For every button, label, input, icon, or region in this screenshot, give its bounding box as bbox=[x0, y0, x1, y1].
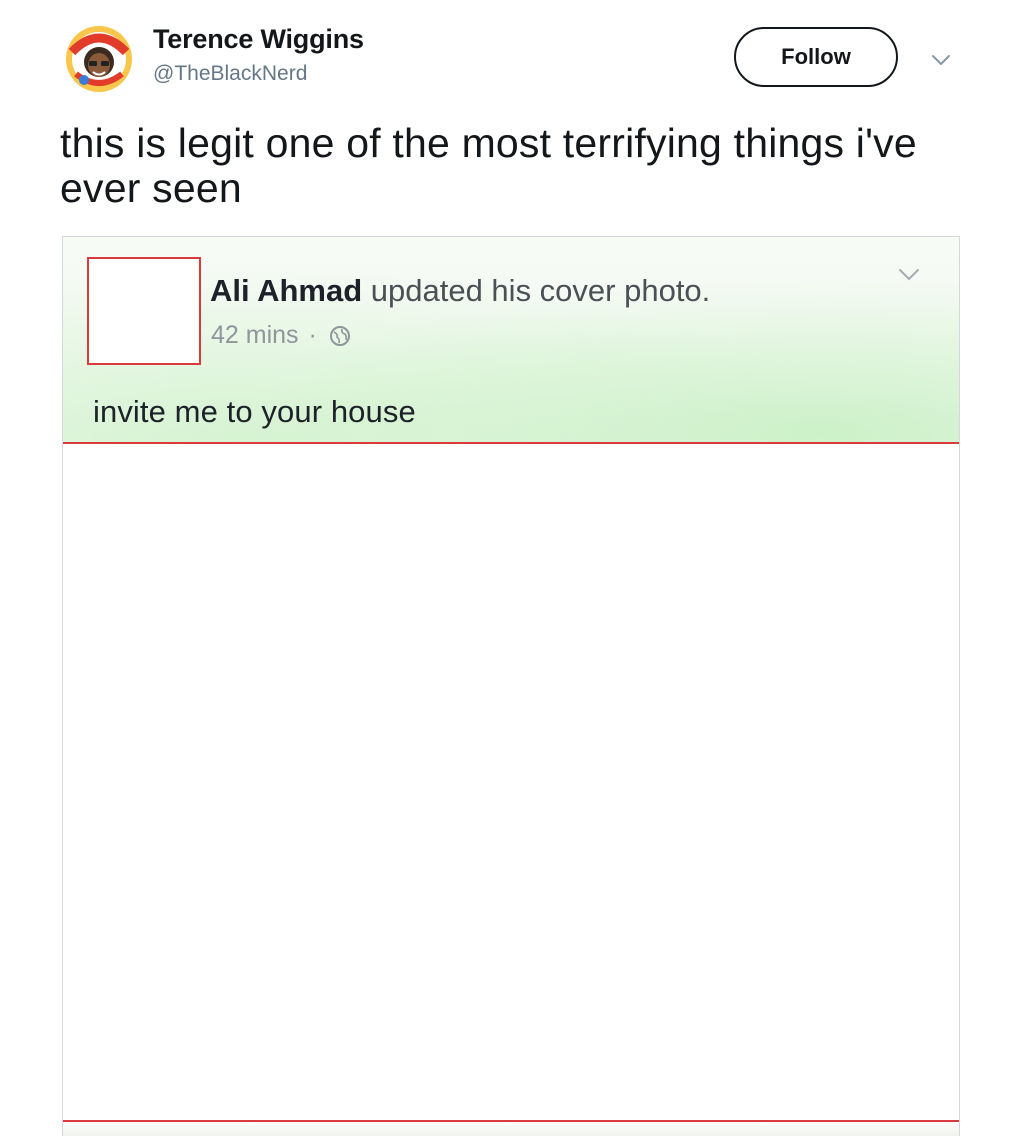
tweet-text: this is legit one of the most terrifying… bbox=[60, 120, 917, 211]
post-options-chevron-icon bbox=[899, 269, 919, 281]
embedded-post-time: 42 mins bbox=[211, 321, 299, 349]
embedded-author-name: Ali Ahmad bbox=[210, 273, 363, 308]
meta-separator: · bbox=[308, 321, 317, 349]
redacted-profile-picture bbox=[87, 257, 201, 365]
globe-icon bbox=[329, 325, 350, 346]
tweet-media[interactable]: Ali Ahmad updated his cover photo. 42 mi… bbox=[62, 236, 960, 1136]
follow-button[interactable]: Follow bbox=[734, 27, 898, 87]
embedded-post-meta: 42 mins · bbox=[211, 321, 351, 350]
embedded-post-action: updated his cover photo. bbox=[370, 273, 711, 308]
redacted-cover-photo bbox=[63, 442, 959, 1122]
embedded-post-header: Ali Ahmad updated his cover photo. 42 mi… bbox=[63, 237, 959, 442]
author-name[interactable]: Terence Wiggins bbox=[153, 24, 364, 55]
author-handle[interactable]: @TheBlackNerd bbox=[153, 62, 307, 86]
media-bottom-edge bbox=[63, 1122, 959, 1136]
chevron-down-icon[interactable] bbox=[929, 48, 953, 72]
embedded-post-headline: Ali Ahmad updated his cover photo. bbox=[210, 273, 710, 309]
embedded-post-text: invite me to your house bbox=[93, 394, 416, 429]
tweet-page: Terence Wiggins @TheBlackNerd Follow thi… bbox=[0, 0, 1020, 1140]
author-avatar[interactable] bbox=[62, 22, 136, 96]
